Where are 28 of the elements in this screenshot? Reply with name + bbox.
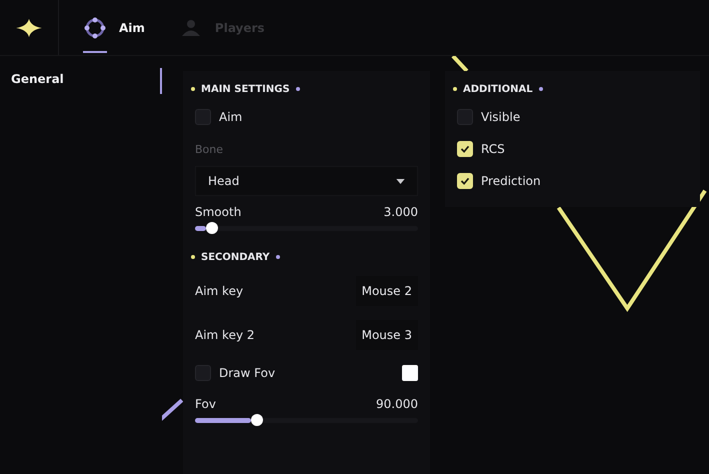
keybind-label: Aim key 2 xyxy=(195,328,255,342)
keybind-button[interactable]: Mouse 3 xyxy=(356,320,418,350)
sidebar-item[interactable]: General xyxy=(0,68,162,94)
checkbox[interactable] xyxy=(457,109,473,125)
checkbox-label: RCS xyxy=(481,142,505,156)
slider-thumb[interactable] xyxy=(206,222,218,234)
checkbox[interactable] xyxy=(195,109,211,125)
slider-value: 90.000 xyxy=(376,397,418,411)
checkbox[interactable] xyxy=(195,365,211,381)
checkbox-label: Prediction xyxy=(481,174,541,188)
crosshair-icon xyxy=(83,16,107,40)
dropdown[interactable]: Head xyxy=(195,166,418,196)
slider-thumb[interactable] xyxy=(250,414,263,426)
checkbox-label: Draw Fov xyxy=(219,366,276,380)
slider-label: Fov xyxy=(195,397,216,411)
slider-label: Smooth xyxy=(195,205,242,219)
field-label: Bone xyxy=(195,142,224,156)
caret-icon xyxy=(396,178,405,184)
section-title: ADDITIONAL xyxy=(463,84,533,94)
section-title: SECONDARY xyxy=(201,252,270,262)
checkbox-label: Aim xyxy=(219,110,242,124)
color-swatch[interactable] xyxy=(402,365,418,381)
checkbox-label: Visible xyxy=(481,110,520,124)
section-title: MAIN SETTINGS xyxy=(201,84,290,94)
keybind-label: Aim key xyxy=(195,284,244,298)
keybind-button[interactable]: Mouse 2 xyxy=(356,276,418,306)
tab[interactable]: Aim xyxy=(59,0,145,55)
slider-value: 3.000 xyxy=(384,205,418,219)
